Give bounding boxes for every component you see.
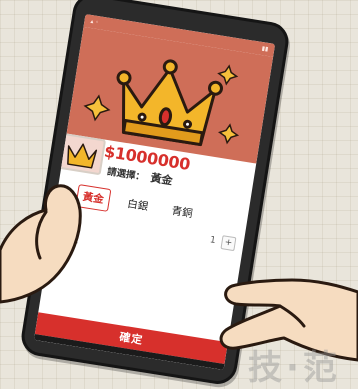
product-thumbnail	[57, 132, 107, 176]
tablet-device: ▴ ◦ ▮▮ $1000000 請選擇： 黃金 黃金 白銀 青銅 數量 1 + …	[18, 0, 292, 387]
choose-label: 請選擇：	[106, 166, 146, 184]
illustration-stage: ▴ ◦ ▮▮ $1000000 請選擇： 黃金 黃金 白銀 青銅 數量 1 + …	[0, 0, 358, 388]
option-silver[interactable]: 白銀	[120, 191, 156, 219]
option-gold[interactable]: 黃金	[75, 183, 112, 212]
status-battery-icon: ▮▮	[261, 45, 269, 53]
option-bronze[interactable]: 青銅	[164, 198, 200, 226]
quantity-label: 數量	[55, 229, 80, 246]
shop-screen: ▴ ◦ ▮▮ $1000000 請選擇： 黃金 黃金 白銀 青銅 數量 1 + …	[33, 13, 276, 370]
quantity-value: 1	[209, 235, 217, 247]
watermark-text: 技·范	[248, 348, 341, 388]
quantity-stepper[interactable]: 1 +	[209, 233, 237, 252]
crown-thumbnail-icon	[67, 143, 98, 169]
plus-icon[interactable]: +	[220, 235, 237, 252]
choose-value: 黃金	[149, 171, 174, 188]
status-signal-icon: ▴ ◦	[89, 17, 100, 27]
